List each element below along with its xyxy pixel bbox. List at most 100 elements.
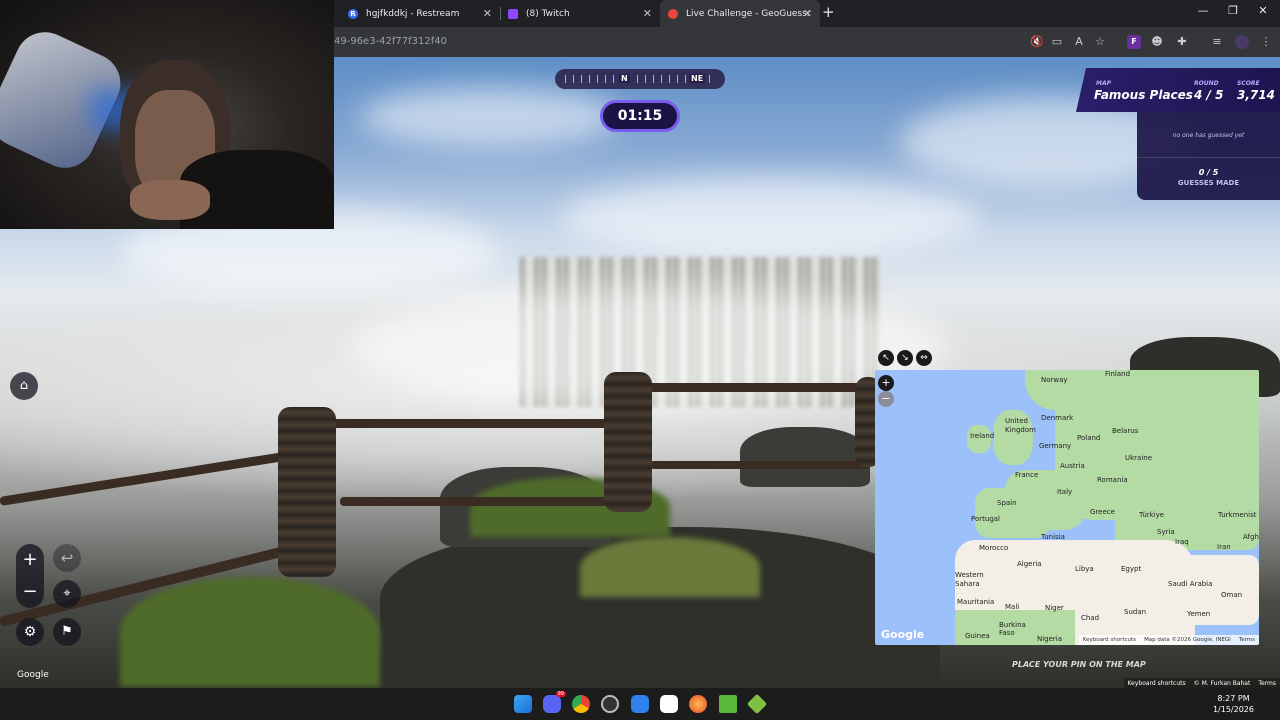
bookmark-star-icon[interactable]: ☆ (1093, 35, 1107, 49)
guesses-label: GUESSES MADE (1177, 179, 1240, 187)
zoom-in-button[interactable]: + (16, 544, 44, 576)
tab-twitch[interactable]: (8) Twitch ✕ (500, 0, 660, 27)
map-label: Germany (1039, 442, 1072, 450)
map-label: Austria (1060, 462, 1085, 470)
no-guesses-text: no one has guessed yet (1172, 132, 1245, 139)
extension-icon[interactable]: ☻ (1150, 35, 1164, 49)
obs-icon[interactable] (601, 695, 619, 713)
map-label: Mali (1005, 603, 1020, 611)
undo-move-button[interactable]: ↩ (53, 544, 81, 572)
keyboard-shortcuts-link[interactable]: Keyboard shortcuts (1083, 637, 1136, 643)
map-zoom-in-button[interactable]: + (878, 375, 894, 391)
map-google-logo: Google (881, 628, 925, 641)
streetview-footer: Keyboard shortcuts © M. Furkan Bahat Ter… (1123, 678, 1280, 688)
score-label: SCORE (1237, 80, 1260, 87)
flag-icon[interactable]: ⚑ (53, 618, 81, 646)
system-clock[interactable]: 8:27 PM 1/15/2026 (1213, 693, 1254, 715)
guess-map[interactable]: + − Norway Finland Denmark United Kingdo… (875, 370, 1259, 645)
restream-icon: R (348, 8, 358, 19)
chrome-icon[interactable] (572, 695, 590, 713)
round-timer: 01:15 (600, 100, 680, 132)
cast-icon[interactable]: ▭ (1050, 35, 1064, 49)
map-label: Niger (1045, 604, 1064, 612)
photo-credit: © M. Furkan Bahat (1193, 679, 1251, 687)
map-label: Türkiye (1139, 511, 1165, 519)
map-label: Morocco (979, 544, 1009, 552)
guesses-count: 0 / 5 (1198, 168, 1219, 177)
zoom-out-button[interactable]: − (16, 576, 44, 608)
map-label: Norway (1041, 376, 1068, 384)
map-label: Spain (997, 499, 1017, 507)
translate-icon[interactable]: A (1072, 35, 1086, 49)
map-pin-lock-icon[interactable]: ⇔ (916, 350, 932, 366)
zoom-controls: + − (16, 544, 44, 608)
map-label: Italy (1057, 488, 1073, 496)
terms-link[interactable]: Terms (1258, 680, 1276, 687)
map-label: France (1015, 471, 1039, 479)
compass-northeast: NE (689, 74, 706, 83)
tab-title: (8) Twitch (526, 8, 570, 19)
terms-link[interactable]: Terms (1239, 637, 1255, 643)
address-bar[interactable]: 49-96e3-42f77f312f40 (334, 36, 447, 47)
clock-time: 8:27 PM (1217, 694, 1250, 703)
map-shrink-icon[interactable]: ↘ (897, 350, 913, 366)
map-label: Nigeria (1037, 635, 1063, 643)
extension-f-icon[interactable]: F (1127, 35, 1141, 49)
compass: N NE (555, 69, 725, 89)
close-icon[interactable]: ✕ (483, 7, 492, 20)
map-label: Mauritania (957, 598, 995, 606)
tab-restream[interactable]: R hgjfkddkj - Restream ✕ (340, 0, 500, 27)
media-controls-icon[interactable]: ≡ (1210, 35, 1224, 49)
map-label: MAP (1096, 80, 1112, 87)
keyboard-shortcuts-link[interactable]: Keyboard shortcuts (1128, 680, 1186, 687)
minecraft-launcher-icon[interactable] (746, 693, 768, 715)
map-label: Greece (1090, 508, 1115, 516)
clock-date: 1/15/2026 (1212, 705, 1254, 714)
more-menu-icon[interactable]: ⋮ (1259, 35, 1273, 49)
map-label: Afgh (1243, 533, 1259, 541)
map-label: Tunisia (1041, 533, 1065, 541)
mute-icon[interactable]: 🔇 (1030, 35, 1044, 49)
firefox-icon[interactable] (689, 695, 707, 713)
map-label: Romania (1097, 476, 1128, 484)
close-icon[interactable]: ✕ (803, 7, 812, 20)
map-name: Famous Places (1094, 88, 1193, 102)
map-label: Iraq (1175, 538, 1189, 546)
twitch-icon (508, 8, 518, 19)
round-value: 4 / 5 (1194, 88, 1224, 102)
map-footer: Keyboard shortcuts Map data ©2026 Google… (1078, 635, 1259, 645)
settings-gear-icon[interactable]: ⚙ (16, 618, 44, 646)
map-label: Portugal (971, 515, 1000, 523)
maximize-button[interactable]: ❐ (1218, 4, 1248, 17)
map-label: Turkmenist (1218, 511, 1257, 519)
windows-start-icon[interactable] (514, 695, 532, 713)
return-to-start-button[interactable]: ⌖ (53, 580, 81, 608)
map-label: Guinea (965, 632, 990, 640)
map-zoom-out-button[interactable]: − (878, 391, 894, 407)
capcut-icon[interactable] (660, 695, 678, 713)
chat-icon[interactable]: ⌂ (10, 372, 38, 400)
tab-geoguessr[interactable]: Live Challenge - GeoGuessr ✕ (660, 0, 820, 27)
app-icon[interactable] (631, 695, 649, 713)
map-label: Ukraine (1125, 454, 1153, 462)
minimize-button[interactable]: — (1188, 4, 1218, 17)
tab-title: hgjfkddkj - Restream (366, 8, 460, 19)
map-label: United Kingdom (1005, 417, 1036, 434)
map-expand-icon[interactable]: ↖ (878, 350, 894, 366)
google-logo: Google (17, 670, 49, 680)
close-icon[interactable]: ✕ (643, 7, 652, 20)
new-tab-button[interactable]: + (822, 3, 835, 21)
map-label: Egypt (1121, 565, 1142, 573)
map-label: Yemen (1187, 610, 1211, 618)
minecraft-icon[interactable] (719, 695, 737, 713)
compass-north: N (619, 74, 630, 83)
round-label: ROUND (1194, 80, 1219, 87)
profile-avatar[interactable] (1235, 35, 1249, 49)
map-label: Syria (1157, 528, 1175, 536)
discord-icon[interactable]: 99 (543, 691, 566, 713)
puzzle-extensions-icon[interactable]: ✚ (1175, 35, 1189, 49)
tab-title: Live Challenge - GeoGuessr (686, 8, 811, 19)
map-label: Western Sahara (955, 571, 984, 588)
map-label: Saudi Arabia (1168, 580, 1213, 588)
window-close-button[interactable]: ✕ (1248, 4, 1278, 17)
